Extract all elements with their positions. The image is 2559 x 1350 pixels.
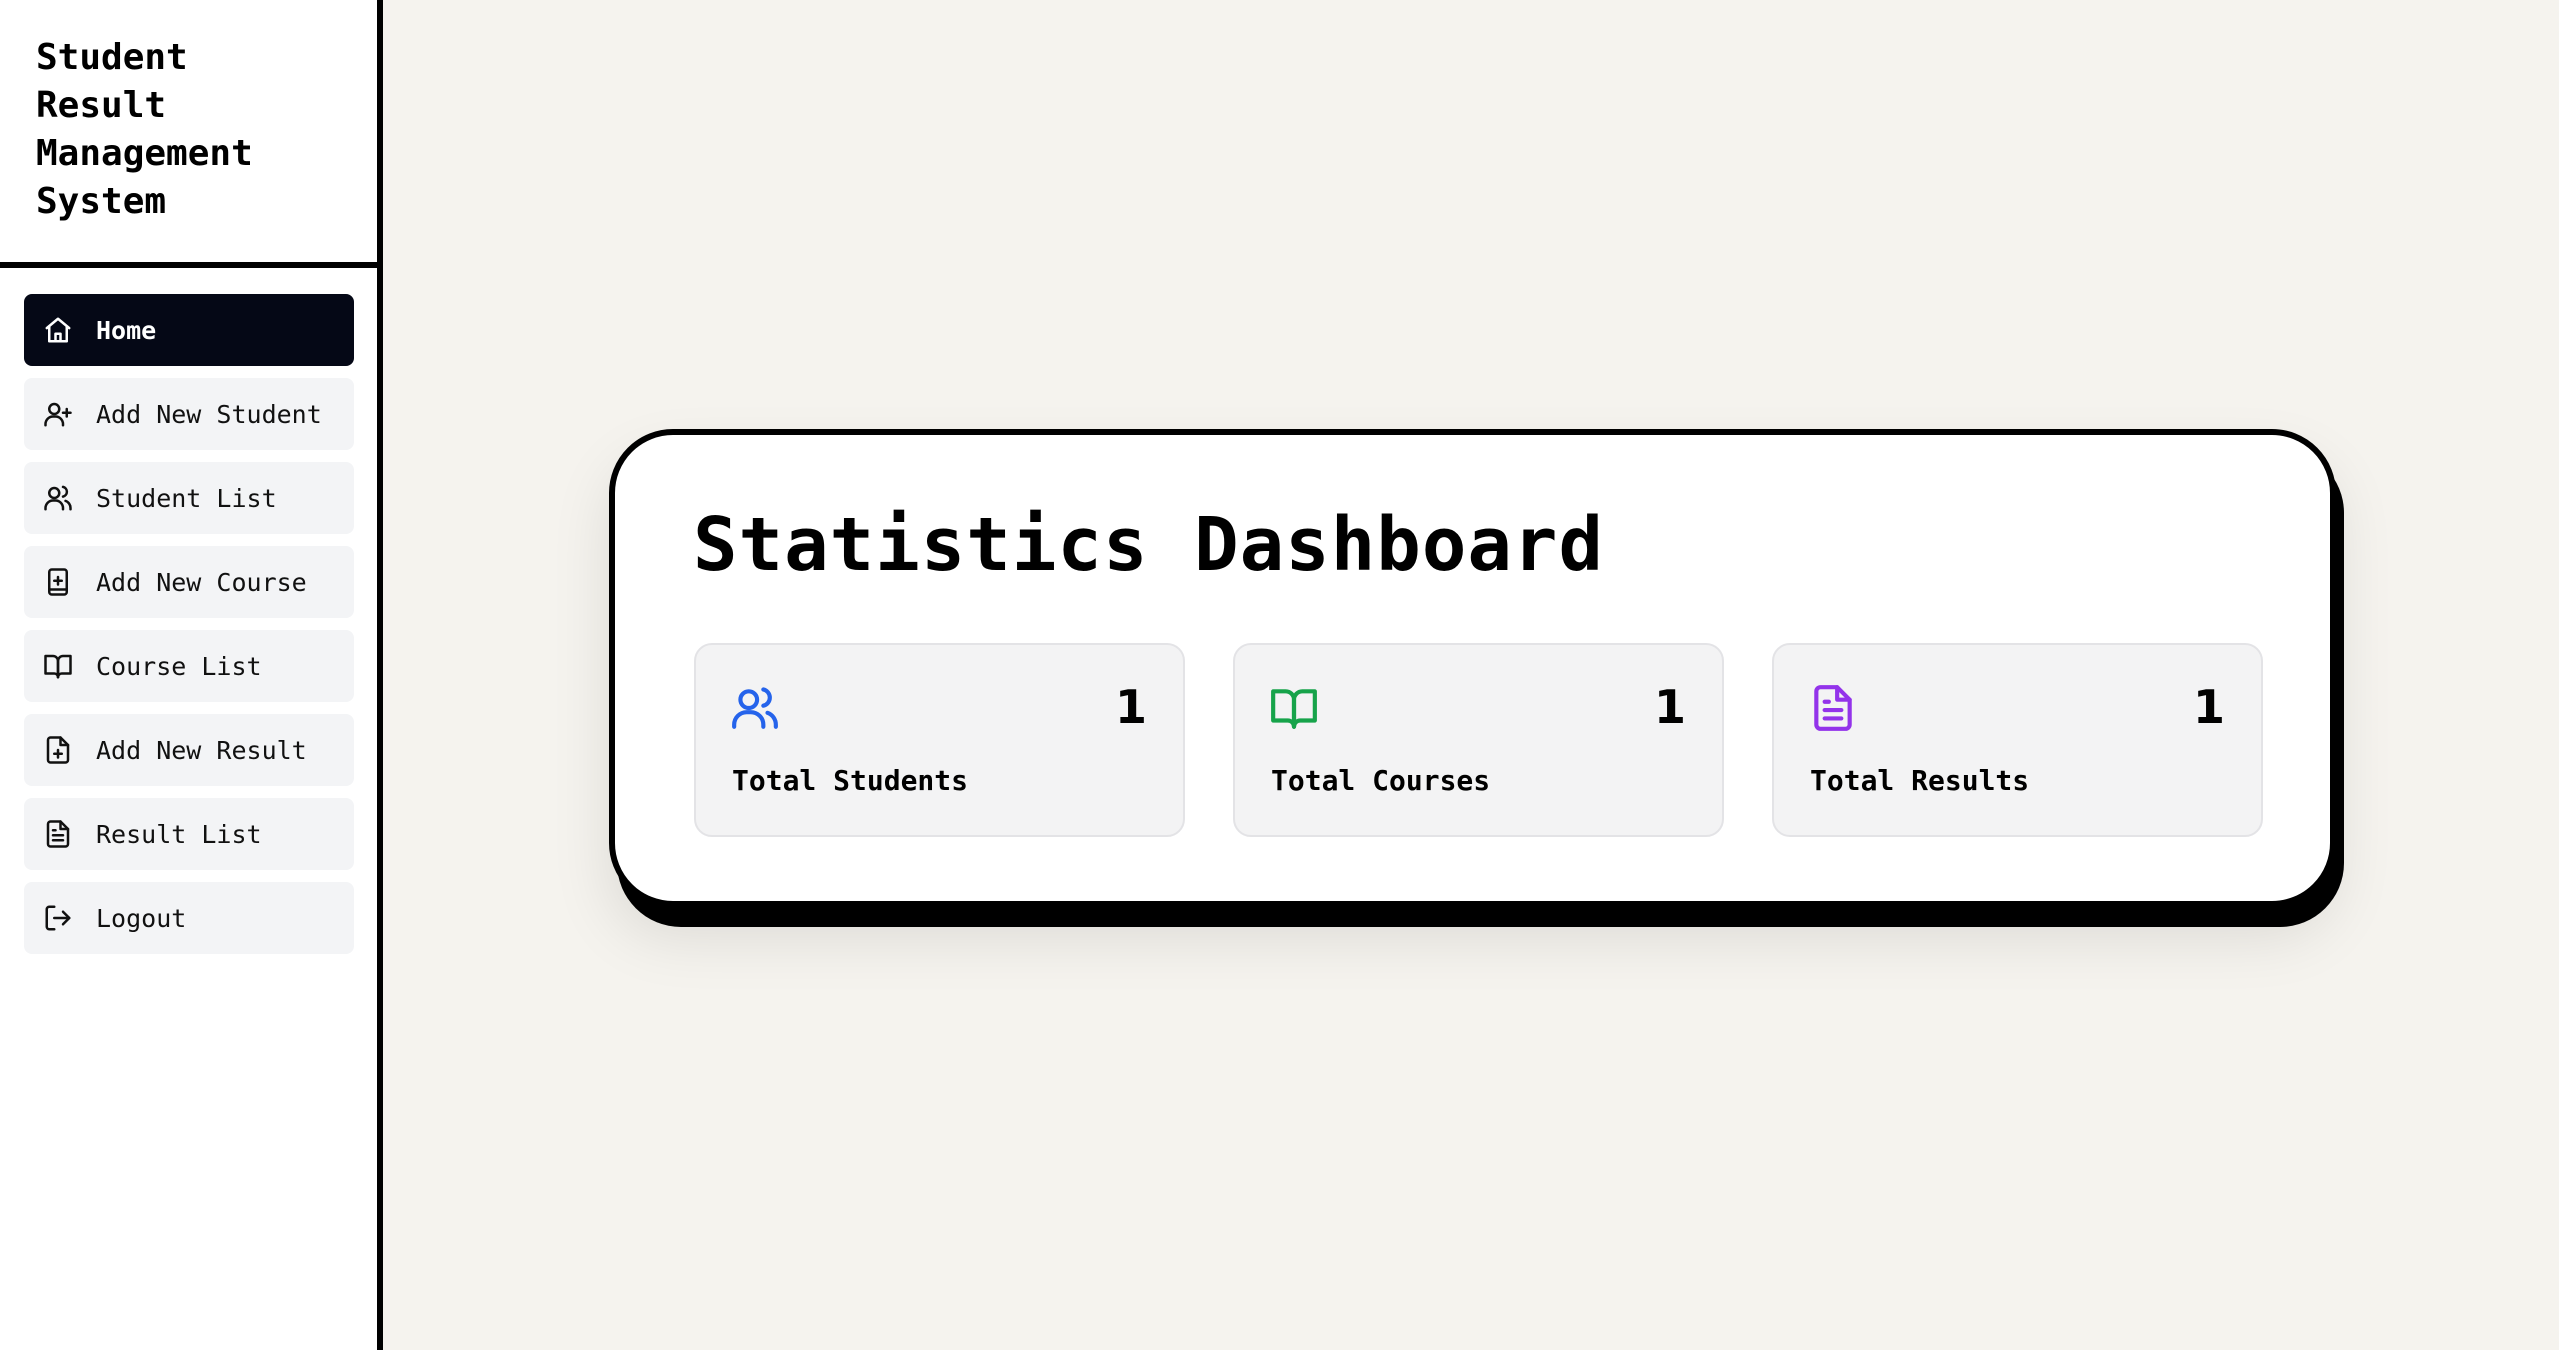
sidebar-item-course-list[interactable]: Course List bbox=[24, 630, 354, 702]
users-icon bbox=[42, 482, 74, 514]
book-plus-icon bbox=[42, 566, 74, 598]
stat-label: Total Courses bbox=[1271, 764, 1491, 797]
file-text-icon bbox=[1808, 683, 1858, 733]
sidebar-item-label: Result List bbox=[96, 819, 262, 849]
file-text-icon bbox=[42, 818, 74, 850]
stats-row: 1 Total Students 1 Total Courses 1 Total… bbox=[694, 643, 2263, 837]
statistics-dashboard-card: Statistics Dashboard 1 Total Students 1 … bbox=[609, 429, 2336, 907]
sidebar-item-add-new-course[interactable]: Add New Course bbox=[24, 546, 354, 618]
file-plus-icon bbox=[42, 734, 74, 766]
sidebar-item-label: Home bbox=[96, 315, 157, 345]
stat-card-total-students: 1 Total Students bbox=[694, 643, 1185, 837]
app-title: Student Result Management System bbox=[36, 37, 253, 222]
sidebar-item-label: Course List bbox=[96, 651, 262, 681]
sidebar-nav: Home Add New Student Student List Add Ne… bbox=[24, 294, 354, 966]
logout-icon bbox=[42, 902, 74, 934]
sidebar-item-add-new-result[interactable]: Add New Result bbox=[24, 714, 354, 786]
sidebar-item-label: Add New Student bbox=[96, 399, 322, 429]
sidebar-item-label: Add New Result bbox=[96, 735, 307, 765]
sidebar-item-logout[interactable]: Logout bbox=[24, 882, 354, 954]
stat-label: Total Students bbox=[732, 764, 969, 797]
book-open-icon bbox=[1269, 683, 1319, 733]
stat-value: 1 bbox=[1653, 680, 1686, 734]
sidebar-item-result-list[interactable]: Result List bbox=[24, 798, 354, 870]
sidebar: Student Result Management System Home Ad… bbox=[0, 0, 383, 1350]
home-icon bbox=[42, 314, 74, 346]
user-plus-icon bbox=[42, 398, 74, 430]
sidebar-item-label: Student List bbox=[96, 483, 277, 513]
stat-card-total-results: 1 Total Results bbox=[1772, 643, 2263, 837]
sidebar-item-student-list[interactable]: Student List bbox=[24, 462, 354, 534]
sidebar-item-label: Add New Course bbox=[96, 567, 307, 597]
stat-card-total-courses: 1 Total Courses bbox=[1233, 643, 1724, 837]
book-open-icon bbox=[42, 650, 74, 682]
stat-value: 1 bbox=[2192, 680, 2225, 734]
stat-label: Total Results bbox=[1810, 764, 2030, 797]
sidebar-item-add-new-student[interactable]: Add New Student bbox=[24, 378, 354, 450]
sidebar-item-home[interactable]: Home bbox=[24, 294, 354, 366]
brand: Student Result Management System bbox=[0, 0, 377, 268]
page-title: Statistics Dashboard bbox=[693, 502, 1605, 588]
sidebar-item-label: Logout bbox=[96, 903, 187, 933]
users-icon bbox=[730, 683, 780, 733]
stat-value: 1 bbox=[1114, 680, 1147, 734]
